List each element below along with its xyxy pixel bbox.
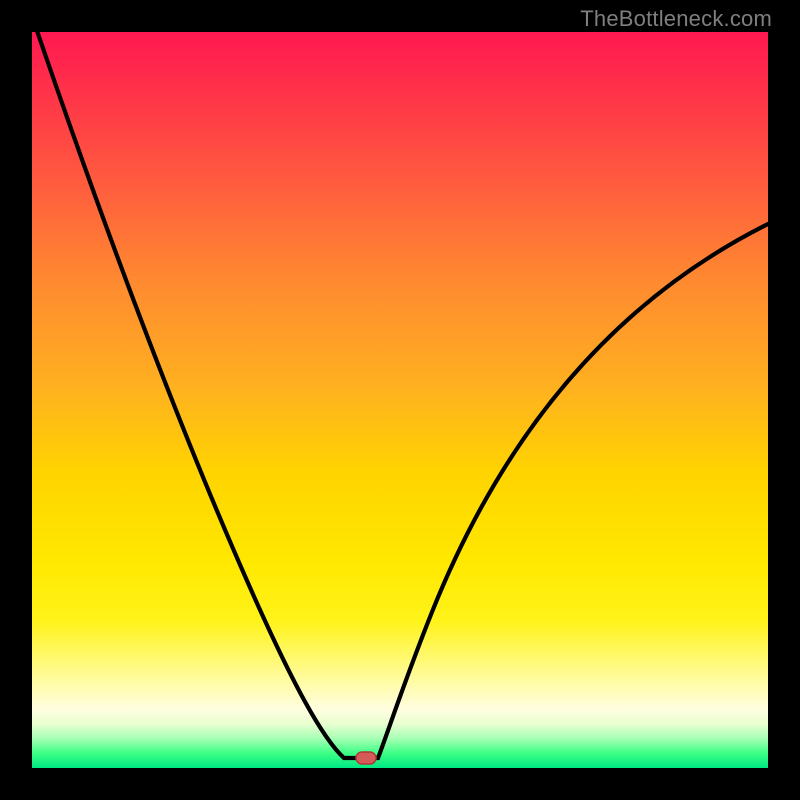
bottleneck-marker [356,752,376,764]
chart-frame: TheBottleneck.com [0,0,800,800]
bottleneck-curve [32,32,768,768]
plot-area [32,32,768,768]
curve-path [34,22,768,758]
attribution-label: TheBottleneck.com [580,6,772,32]
